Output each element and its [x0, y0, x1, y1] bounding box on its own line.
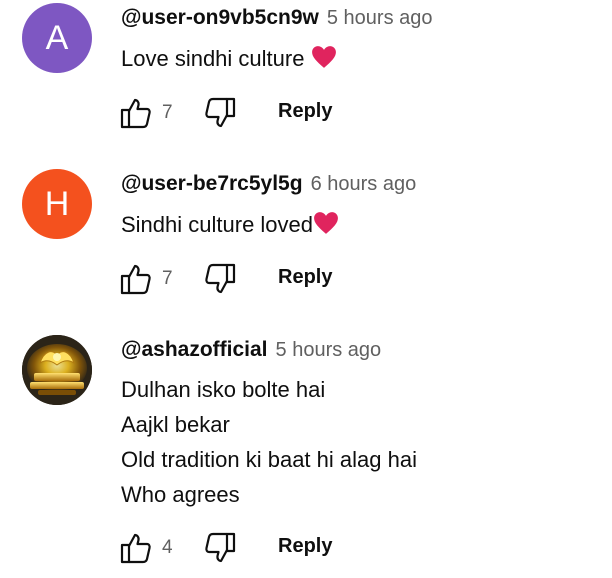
like-button[interactable]	[116, 528, 156, 568]
reply-button[interactable]: Reply	[278, 100, 332, 123]
comment-author[interactable]: @ashazofficial	[121, 338, 268, 362]
comment-text-content: Sindhi culture loved	[121, 212, 314, 237]
comment-header: @user-on9vb5cn9w 5 hours ago	[121, 6, 433, 30]
like-button[interactable]	[116, 93, 156, 133]
dislike-button[interactable]	[200, 259, 240, 299]
like-count: 7	[162, 268, 173, 289]
avatar[interactable]	[22, 335, 92, 405]
comment-text-line: Dulhan isko bolte hai	[121, 377, 326, 402]
comment-text: Love sindhi culture	[121, 45, 337, 75]
comment-time[interactable]: 5 hours ago	[327, 7, 433, 30]
comment-text-content: Love sindhi culture	[121, 46, 311, 71]
thumbs-up-icon	[120, 98, 151, 129]
comment-text-line: Aajkl bekar	[121, 412, 230, 437]
thumbs-down-icon	[205, 97, 236, 128]
thumbs-down-icon	[205, 532, 236, 563]
reply-button[interactable]: Reply	[278, 535, 332, 558]
like-button[interactable]	[116, 259, 156, 299]
comment-time[interactable]: 6 hours ago	[311, 173, 417, 196]
comment-time[interactable]: 5 hours ago	[276, 339, 382, 362]
dislike-button[interactable]	[200, 93, 240, 133]
avatar[interactable]: H	[22, 169, 92, 239]
comment-text-line: Old tradition ki baat hi alag hai	[121, 447, 417, 472]
comment-author[interactable]: @user-on9vb5cn9w	[121, 6, 319, 30]
dislike-button[interactable]	[200, 528, 240, 568]
golden-logo-avatar-icon	[22, 335, 92, 405]
comment-text: Sindhi culture loved	[121, 211, 339, 241]
thumbs-down-icon	[205, 263, 236, 294]
comment-actions: 4 Reply	[116, 528, 376, 568]
avatar[interactable]: A	[22, 3, 92, 73]
like-count: 7	[162, 102, 173, 123]
avatar-letter: A	[45, 18, 69, 57]
thumbs-up-icon	[120, 533, 151, 564]
heart-emoji-icon	[313, 211, 339, 241]
reply-button[interactable]: Reply	[278, 266, 332, 289]
comment-header: @user-be7rc5yl5g 6 hours ago	[121, 172, 416, 196]
comment-actions: 7 Reply	[116, 93, 376, 133]
heart-emoji-icon	[311, 45, 337, 75]
comment-text-line: Who agrees	[121, 482, 240, 507]
like-count: 4	[162, 537, 173, 558]
thumbs-up-icon	[120, 264, 151, 295]
avatar-letter: H	[44, 184, 70, 223]
comment-actions: 7 Reply	[116, 259, 376, 299]
comment-author[interactable]: @user-be7rc5yl5g	[121, 172, 303, 196]
comment-header: @ashazofficial 5 hours ago	[121, 338, 381, 362]
